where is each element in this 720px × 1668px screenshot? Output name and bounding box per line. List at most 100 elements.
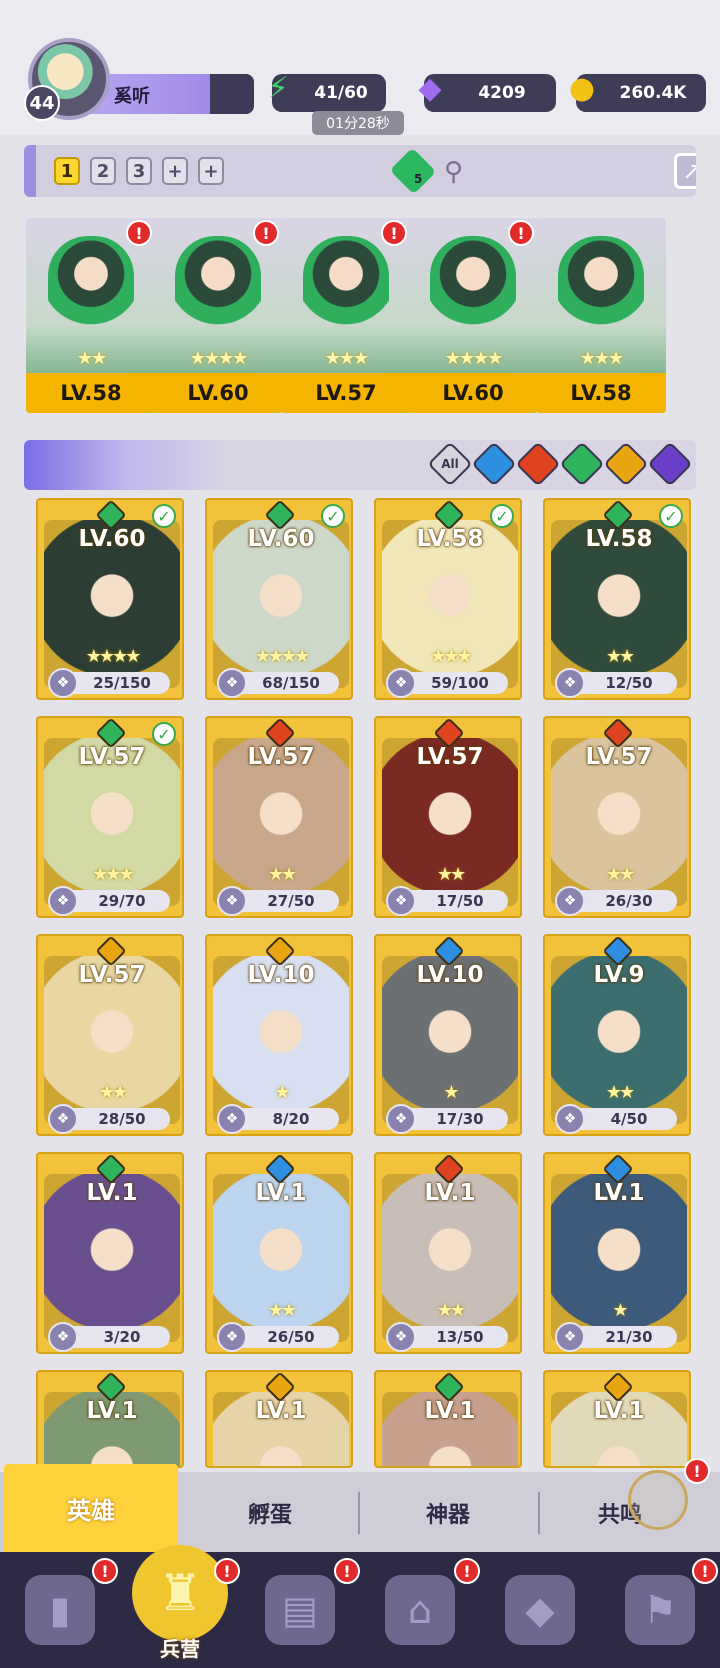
nav-barracks[interactable]: ♜ 兵营 [120, 1518, 240, 1668]
nature-element-icon[interactable] [389, 147, 437, 195]
dark-filter-icon[interactable] [647, 441, 693, 487]
team-member-card[interactable]: ★★★ LV.57 [281, 218, 411, 413]
hero-card[interactable]: LV.57 ✓ ★★★ ❖ 29/70 [36, 716, 184, 918]
hero-stars: ★★★ [579, 348, 624, 369]
hero-card[interactable]: LV.57 ★★ ❖ 26/30 [543, 716, 691, 918]
hero-card[interactable]: LV.57 ★★ ❖ 28/50 [36, 934, 184, 1136]
nature-filter-icon[interactable] [559, 441, 605, 487]
share-icon[interactable]: ↗ [674, 153, 696, 189]
temple-icon: ⌂ [385, 1575, 455, 1645]
fragment-count: 13/50 [436, 1328, 484, 1346]
team-slot-add-2[interactable]: + [198, 157, 224, 185]
book-icon: ▤ [265, 1575, 335, 1645]
hero-stars: ★★ [267, 1300, 297, 1321]
fragment-progress: ❖ 25/150 [48, 668, 170, 698]
fragment-progress: ❖ 3/20 [48, 1322, 170, 1352]
fire-filter-icon[interactable] [515, 441, 561, 487]
filter-all-button[interactable]: All [427, 441, 473, 487]
hero-level: LV.1 [255, 1180, 307, 1206]
fragment-count: 59/100 [431, 674, 489, 692]
team-slot-2[interactable]: 2 [90, 157, 116, 185]
fragment-progress: ❖ 29/70 [48, 886, 170, 916]
light-filter-icon[interactable] [603, 441, 649, 487]
hero-card[interactable]: LV.10 ★ ❖ 17/30 [374, 934, 522, 1136]
gem-counter[interactable]: ◆ 4209 [418, 71, 556, 112]
fragment-progress: ❖ 27/50 [217, 886, 339, 916]
guild-banner-icon: ⚑ [625, 1575, 695, 1645]
in-team-check-icon: ✓ [659, 504, 683, 528]
fragment-icon: ❖ [555, 1104, 585, 1134]
hero-stars: ★ [612, 1300, 628, 1321]
energy-value: 41/60 [314, 83, 368, 103]
fragment-progress: ❖ 12/50 [555, 668, 677, 698]
alert-badge: ! [253, 220, 279, 246]
in-team-check-icon: ✓ [152, 504, 176, 528]
fragment-count: 28/50 [98, 1110, 146, 1128]
hero-portrait [48, 236, 134, 354]
hero-level: LV.1 [255, 1398, 307, 1424]
category-tabs: 英雄 孵蛋 神器 共鸣 [0, 1464, 720, 1552]
hero-stars: ★★ [267, 864, 297, 885]
hero-level: LV.1 [424, 1398, 476, 1424]
bottom-nav: ▮ ♜ 兵营 ▤ ⌂ ◆ ⚑ ! ! ! ! ! [0, 1545, 720, 1668]
alert-badge: ! [508, 220, 534, 246]
gold-counter[interactable]: ● 260.4K [569, 71, 706, 112]
hero-card[interactable]: LV.58 ✓ ★★★ ❖ 59/100 [374, 498, 522, 700]
hero-card[interactable]: LV.58 ✓ ★★ ❖ 12/50 [543, 498, 691, 700]
hero-card[interactable]: LV.60 ✓ ★★★★ ❖ 25/150 [36, 498, 184, 700]
hero-card[interactable]: LV.1 ★ ❖ 21/30 [543, 1152, 691, 1354]
fragment-icon: ❖ [48, 886, 78, 916]
fragment-count: 12/50 [605, 674, 653, 692]
hero-portrait [175, 236, 261, 354]
hero-card[interactable]: LV.1 ★★ ❖ 13/50 [374, 1152, 522, 1354]
diamond-icon: ◆ [418, 70, 442, 106]
team-member-card[interactable]: ★★★★ LV.60 [408, 218, 538, 413]
hero-level: LV.60 [247, 526, 315, 552]
hero-level: LV.58 [585, 526, 653, 552]
hero-stars: ★★★★ [189, 348, 249, 369]
hero-card[interactable]: LV.57 ★★ ❖ 17/50 [374, 716, 522, 918]
hero-card[interactable]: LV.60 ✓ ★★★★ ❖ 68/150 [205, 498, 353, 700]
energy-counter[interactable]: ⚡ 41/60 [267, 71, 386, 112]
fragment-progress: ❖ 59/100 [386, 668, 508, 698]
hero-card[interactable]: LV.1 ❖ 3/20 [36, 1152, 184, 1354]
fragment-progress: ❖ 4/50 [555, 1104, 677, 1134]
team-slot-1[interactable]: 1 [54, 157, 80, 185]
hero-card[interactable]: LV.1 [36, 1370, 184, 1468]
fragment-count: 26/30 [605, 892, 653, 910]
fragment-icon: ❖ [386, 886, 416, 916]
fragment-icon: ❖ [555, 1322, 585, 1352]
fragment-progress: ❖ 13/50 [386, 1322, 508, 1352]
floating-action-button[interactable] [628, 1470, 688, 1530]
hero-stars: ★★★ [92, 864, 134, 885]
nav-mushroom[interactable]: ◆ [480, 1552, 600, 1668]
hero-card[interactable]: LV.1 [374, 1370, 522, 1468]
top-bar: 44 奚听 ⚡ 41/60 01分28秒 ◆ 4209 ● 260.4K [0, 0, 720, 135]
fragment-count: 25/150 [93, 674, 151, 692]
hero-card[interactable]: LV.1 [205, 1370, 353, 1468]
cards-icon: ▮ [25, 1575, 95, 1645]
hero-level: LV.60 [153, 373, 283, 413]
search-icon[interactable]: ⚲ [444, 157, 463, 187]
water-filter-icon[interactable] [471, 441, 517, 487]
hero-card[interactable]: LV.57 ★★ ❖ 27/50 [205, 716, 353, 918]
tab-artifacts[interactable]: 神器 [360, 1488, 536, 1538]
fragment-progress: ❖ 21/30 [555, 1322, 677, 1352]
hero-card[interactable]: LV.9 ★★ ❖ 4/50 [543, 934, 691, 1136]
team-member-card[interactable]: ★★ LV.58 [26, 218, 156, 413]
team-member-card[interactable]: ★★★ LV.58 [536, 218, 666, 413]
fragment-count: 21/30 [605, 1328, 653, 1346]
hero-stars: ★★★ [324, 348, 369, 369]
hero-card[interactable]: LV.10 ★ ❖ 8/20 [205, 934, 353, 1136]
hero-level: LV.57 [247, 744, 315, 770]
hero-stars: ★★ [605, 1082, 635, 1103]
hero-card[interactable]: LV.1 ★★ ❖ 26/50 [205, 1152, 353, 1354]
hero-card[interactable]: LV.1 [543, 1370, 691, 1468]
alert-badge: ! [454, 1558, 480, 1584]
team-slot-3[interactable]: 3 [126, 157, 152, 185]
team-slot-add-1[interactable]: + [162, 157, 188, 185]
fragment-progress: ❖ 68/150 [217, 668, 339, 698]
fragment-count: 27/50 [267, 892, 315, 910]
fragment-count: 3/20 [103, 1328, 141, 1346]
team-member-card[interactable]: ★★★★ LV.60 [153, 218, 283, 413]
